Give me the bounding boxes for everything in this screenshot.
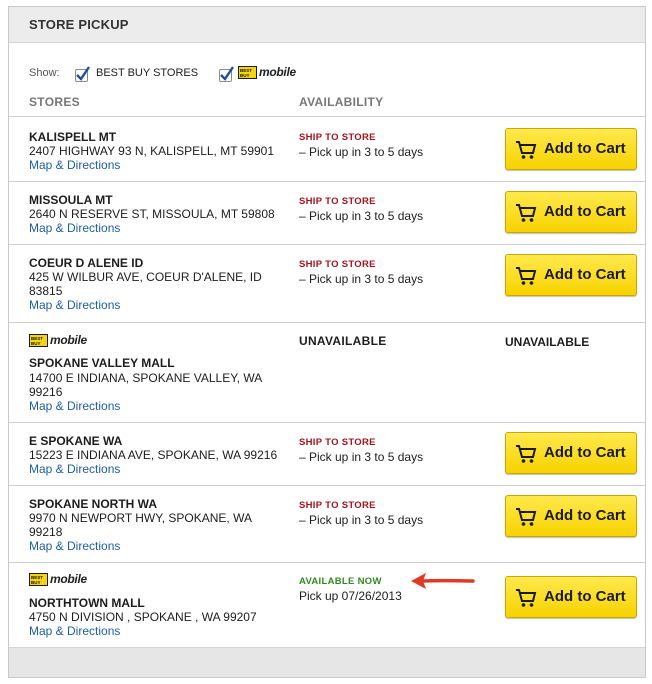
store-name: MISSOULA MT <box>29 193 113 207</box>
map-directions-link[interactable]: Map & Directions <box>29 399 120 413</box>
store-name: E SPOKANE WA <box>29 434 123 448</box>
store-row: COEUR D ALENE ID 425 W WILBUR AVE, COEUR… <box>9 245 645 323</box>
add-to-cart-button[interactable]: Add to Cart <box>505 128 637 170</box>
best-buy-tag-icon: BEST BUY <box>29 334 48 347</box>
logo-word: mobile <box>50 333 87 347</box>
map-directions-link[interactable]: Map & Directions <box>29 221 120 235</box>
logo-word: mobile <box>259 65 296 79</box>
add-to-cart-label: Add to Cart <box>544 140 626 157</box>
panel-title: STORE PICKUP <box>29 17 129 32</box>
store-address: 2640 N RESERVE ST, MISSOULA, MT 59808 <box>29 207 275 221</box>
add-to-cart-label: Add to Cart <box>544 507 626 524</box>
add-to-cart-label: Add to Cart <box>544 588 626 605</box>
logo-tag-text: BEST BUY <box>240 68 253 78</box>
add-to-cart-label: Add to Cart <box>544 444 626 461</box>
availability-detail: – Pick up in 3 to 5 days <box>299 145 424 159</box>
add-to-cart-button[interactable]: Add to Cart <box>505 254 637 296</box>
availability-status: SHIP TO STORE <box>299 500 376 511</box>
shopping-cart-icon <box>516 508 537 526</box>
availability-status: SHIP TO STORE <box>299 437 376 448</box>
store-name: NORTHTOWN MALL <box>29 596 145 610</box>
store-address: 4750 N DIVISION , SPOKANE , WA 99207 <box>29 610 257 624</box>
shopping-cart-icon <box>516 141 537 159</box>
cart-unavailable-text: UNAVAILABLE <box>505 335 590 349</box>
map-directions-link[interactable]: Map & Directions <box>29 624 120 638</box>
availability-column-header: AVAILABILITY <box>299 95 384 109</box>
stores-column-header: STORES <box>29 95 80 109</box>
column-headers: STORES AVAILABILITY <box>9 95 645 117</box>
store-filters: Show: BEST BUY STORES BEST BUY mobile <box>29 63 629 87</box>
map-directions-link[interactable]: Map & Directions <box>29 539 120 553</box>
add-to-cart-label: Add to Cart <box>544 266 626 283</box>
best-buy-stores-label[interactable]: BEST BUY STORES <box>96 67 198 79</box>
store-address: 14700 E INDIANA, SPOKANE VALLEY, WA 9921… <box>29 371 262 399</box>
store-name: KALISPELL MT <box>29 130 117 144</box>
add-to-cart-button[interactable]: Add to Cart <box>505 576 637 618</box>
store-name: COEUR D ALENE ID <box>29 256 144 270</box>
add-to-cart-label: Add to Cart <box>544 203 626 220</box>
availability-status: SHIP TO STORE <box>299 259 376 270</box>
store-row: MISSOULA MT 2640 N RESERVE ST, MISSOULA,… <box>9 182 645 245</box>
map-directions-link[interactable]: Map & Directions <box>29 298 120 312</box>
availability-detail: – Pick up in 3 to 5 days <box>299 272 424 286</box>
best-buy-tag-icon: BEST BUY <box>29 573 48 586</box>
availability-status: SHIP TO STORE <box>299 132 376 143</box>
store-row: SPOKANE NORTH WA 9970 N NEWPORT HWY, SPO… <box>9 486 645 563</box>
checkmark-icon <box>76 66 90 81</box>
red-arrow-icon <box>411 573 475 589</box>
shopping-cart-icon <box>516 445 537 463</box>
best-buy-mobile-logo[interactable]: BEST BUY mobile <box>238 65 298 79</box>
checkmark-icon <box>220 66 234 81</box>
add-to-cart-button[interactable]: Add to Cart <box>505 432 637 474</box>
availability-status: SHIP TO STORE <box>299 196 376 207</box>
panel-footer <box>9 647 645 677</box>
store-row: BEST BUY mobile SPOKANE VALLEY MALL 1470… <box>9 323 645 423</box>
shopping-cart-icon <box>516 589 537 607</box>
availability-status: UNAVAILABLE <box>299 334 387 348</box>
logo-tag-text: BEST BUY <box>31 336 44 346</box>
logo-word: mobile <box>50 572 87 586</box>
best-buy-stores-checkbox[interactable] <box>75 66 90 82</box>
store-name: SPOKANE NORTH WA <box>29 497 158 511</box>
store-row: E SPOKANE WA 15223 E INDIANA AVE, SPOKAN… <box>9 423 645 486</box>
show-label: Show: <box>29 67 60 79</box>
store-address: 15223 E INDIANA AVE, SPOKANE, WA 99216 <box>29 448 278 462</box>
add-to-cart-button[interactable]: Add to Cart <box>505 495 637 537</box>
availability-status: AVAILABLE NOW <box>299 576 382 587</box>
shopping-cart-icon <box>516 267 537 285</box>
map-directions-link[interactable]: Map & Directions <box>29 158 120 172</box>
store-row: BEST BUY mobile NORTHTOWN MALL 4750 N DI… <box>9 563 645 647</box>
map-directions-link[interactable]: Map & Directions <box>29 462 120 476</box>
best-buy-tag-icon: BEST BUY <box>238 66 257 79</box>
add-to-cart-button[interactable]: Add to Cart <box>505 191 637 233</box>
store-address: 425 W WILBUR AVE, COEUR D'ALENE, ID 8381… <box>29 270 262 298</box>
store-name: SPOKANE VALLEY MALL <box>29 356 175 370</box>
availability-detail: Pick up 07/26/2013 <box>299 589 402 603</box>
best-buy-mobile-logo: BEST BUY mobile <box>29 333 89 347</box>
availability-detail: – Pick up in 3 to 5 days <box>299 450 424 464</box>
best-buy-mobile-logo: BEST BUY mobile <box>29 572 89 586</box>
best-buy-mobile-checkbox[interactable] <box>219 66 234 82</box>
store-address: 9970 N NEWPORT HWY, SPOKANE, WA 99218 <box>29 511 252 539</box>
store-pickup-panel: STORE PICKUP Show: BEST BUY STORES BEST … <box>8 6 646 678</box>
logo-tag-text: BEST BUY <box>31 575 44 585</box>
store-address: 2407 HIGHWAY 93 N, KALISPELL, MT 59901 <box>29 144 275 158</box>
panel-header: STORE PICKUP <box>9 7 645 43</box>
availability-detail: – Pick up in 3 to 5 days <box>299 209 424 223</box>
shopping-cart-icon <box>516 204 537 222</box>
store-row: KALISPELL MT 2407 HIGHWAY 93 N, KALISPEL… <box>9 118 645 182</box>
availability-detail: – Pick up in 3 to 5 days <box>299 513 424 527</box>
